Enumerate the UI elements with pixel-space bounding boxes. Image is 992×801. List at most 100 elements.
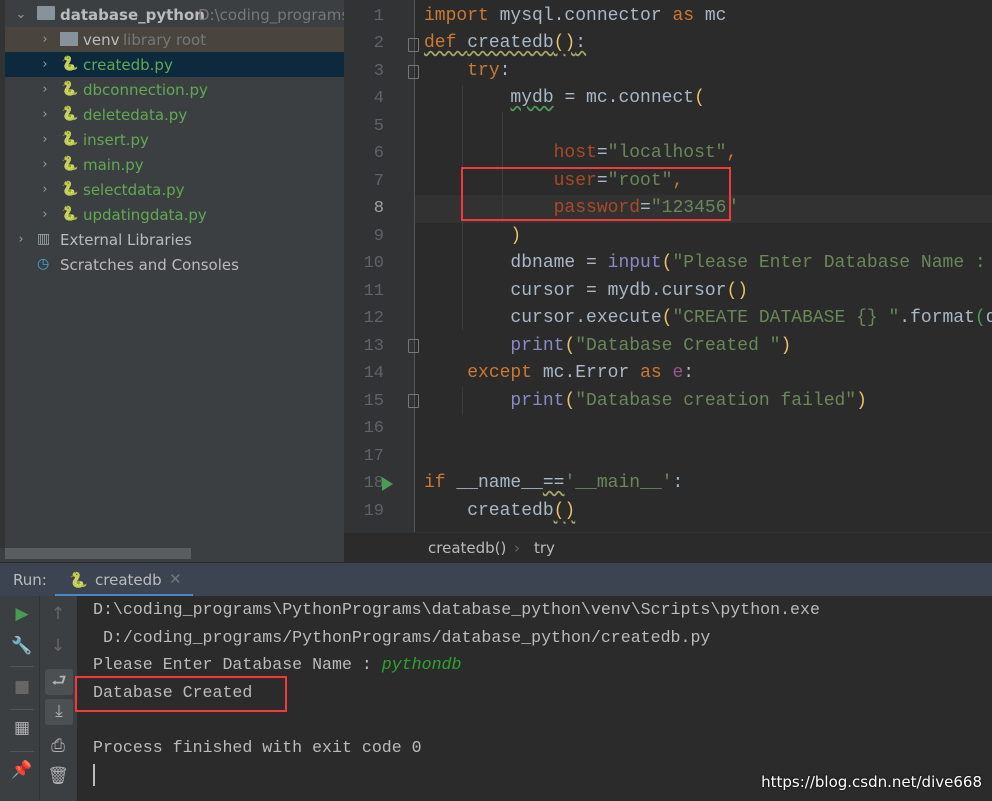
print-icon[interactable]: ⎙ bbox=[46, 734, 70, 758]
fold-icon[interactable] bbox=[408, 339, 419, 353]
chevron-right-icon[interactable]: › bbox=[13, 232, 29, 247]
code-token: ) bbox=[510, 225, 522, 246]
code-line[interactable]: dbname = input("Please Enter Database Na… bbox=[424, 250, 992, 278]
watermark: https://blog.csdn.net/dive668 bbox=[761, 773, 982, 791]
code-token: input bbox=[607, 253, 662, 273]
project-tree: ⌄ database_python D:\coding_programs › v… bbox=[0, 0, 344, 548]
tree-item-file[interactable]: › 🐍 insert.py bbox=[5, 127, 344, 152]
highlight-box-credentials bbox=[461, 167, 731, 221]
chevron-right-icon[interactable]: › bbox=[37, 157, 53, 172]
scratches-icon: ◷ bbox=[37, 256, 50, 272]
code-line[interactable]: mydb = mc.connect( bbox=[424, 85, 704, 113]
arrow-up-icon[interactable]: ↑ bbox=[46, 602, 70, 626]
arrow-down-icon[interactable]: ↓ bbox=[46, 634, 70, 658]
line-number: 15 bbox=[363, 391, 384, 411]
line-number: 9 bbox=[373, 226, 384, 246]
tree-item-scratches[interactable]: ◷ Scratches and Consoles bbox=[5, 252, 344, 277]
line-number: 13 bbox=[363, 336, 384, 356]
line-number: 2 bbox=[373, 34, 384, 53]
horizontal-scrollbar[interactable] bbox=[5, 548, 191, 559]
code-token: : bbox=[672, 473, 684, 493]
chevron-right-icon[interactable]: › bbox=[37, 82, 53, 97]
scratches-label: Scratches and Consoles bbox=[60, 255, 239, 274]
chevron-right-icon[interactable]: › bbox=[37, 32, 53, 47]
highlight-box-output bbox=[75, 676, 287, 712]
tree-item-external-libraries[interactable]: › ▥ External Libraries bbox=[5, 227, 344, 252]
code-token: ( bbox=[661, 253, 673, 273]
code-line[interactable]: createdb() bbox=[424, 498, 575, 526]
stop-icon[interactable]: ■ bbox=[10, 675, 34, 699]
chevron-right-icon[interactable]: › bbox=[37, 132, 53, 147]
code-token: __name__ bbox=[456, 473, 543, 493]
layout-icon[interactable]: ▦ bbox=[10, 716, 34, 740]
breadcrumb-item[interactable]: createdb() bbox=[428, 539, 506, 557]
divider bbox=[10, 751, 34, 752]
tree-item-file[interactable]: › 🐍 main.py bbox=[5, 152, 344, 177]
file-name: selectdata.py bbox=[83, 180, 185, 199]
fold-icon[interactable] bbox=[408, 38, 419, 52]
code-line[interactable]: print("Database creation failed") bbox=[424, 388, 867, 416]
venv-note: library root bbox=[123, 30, 207, 49]
chevron-down-icon[interactable]: ⌄ bbox=[13, 7, 29, 22]
code-line[interactable]: ) bbox=[424, 223, 521, 251]
python-file-icon: 🐍 bbox=[61, 56, 79, 72]
tree-item-file[interactable]: › 🐍 selectdata.py bbox=[5, 177, 344, 202]
external-libraries-label: External Libraries bbox=[60, 230, 192, 249]
code-token: mydb bbox=[510, 88, 554, 108]
line-number: 6 bbox=[373, 144, 384, 163]
code-line[interactable]: def createdb(): bbox=[424, 30, 586, 58]
soft-wrap-icon[interactable]: ⮐ bbox=[45, 669, 73, 695]
tree-item-file[interactable]: › 🐍 createdb.py bbox=[5, 52, 344, 77]
trash-icon[interactable]: 🗑 bbox=[46, 764, 70, 788]
code-line[interactable]: import mysql.connector as mc bbox=[424, 3, 726, 31]
chevron-right-icon[interactable]: › bbox=[37, 182, 53, 197]
code-line[interactable]: except mc.Error as e: bbox=[424, 360, 694, 388]
scroll-to-end-icon[interactable]: ⤓ bbox=[45, 699, 73, 725]
tree-item-file[interactable]: › 🐍 deletedata.py bbox=[5, 102, 344, 127]
code-token: cursor = mydb.cursor bbox=[424, 280, 727, 301]
tree-item-file[interactable]: › 🐍 dbconnection.py bbox=[5, 77, 344, 102]
python-file-icon: 🐍 bbox=[61, 206, 79, 222]
line-number: 19 bbox=[363, 501, 384, 521]
tree-item-file[interactable]: › 🐍 updatingdata.py bbox=[5, 202, 344, 227]
code-editor[interactable]: 1 2 3 4 5 6 7 8 9 10 11 12 13 14 15 16 17 18 19 import mys… bbox=[344, 0, 992, 532]
close-icon[interactable]: ✕ bbox=[169, 570, 182, 588]
code-token: print bbox=[510, 335, 565, 356]
chevron-right-icon[interactable]: › bbox=[37, 207, 53, 222]
chevron-right-icon[interactable]: › bbox=[37, 57, 53, 72]
code-line[interactable]: print("Database Created ") bbox=[424, 333, 791, 361]
root-name: database_python bbox=[60, 5, 205, 24]
console-output[interactable]: D:\coding_programs\PythonPrograms\databa… bbox=[75, 596, 992, 801]
code-token: as bbox=[640, 363, 673, 383]
breadcrumb-separator-icon: › bbox=[514, 539, 520, 557]
code-token: .format bbox=[899, 308, 975, 328]
pin-icon[interactable]: 📌 bbox=[10, 758, 34, 782]
code-line[interactable]: host="localhost", bbox=[424, 140, 738, 168]
tree-item-venv[interactable]: › venv library root bbox=[5, 27, 344, 52]
run-tab-createdb[interactable]: 🐍 createdb ✕ bbox=[55, 563, 193, 597]
code-token: except bbox=[467, 363, 543, 383]
code-line[interactable]: try: bbox=[424, 58, 510, 86]
code-line[interactable]: if __name__=='__main__': bbox=[424, 470, 683, 498]
folder-icon bbox=[60, 32, 78, 46]
code-line[interactable]: cursor.execute("CREATE DATABASE {} ".for… bbox=[424, 305, 992, 333]
fold-icon[interactable] bbox=[408, 394, 419, 408]
line-number: 11 bbox=[363, 281, 384, 301]
line-number: 10 bbox=[363, 254, 384, 273]
chevron-right-icon[interactable]: › bbox=[37, 107, 53, 122]
code-token: () bbox=[553, 33, 576, 53]
rerun-icon[interactable]: ▶ bbox=[10, 602, 34, 626]
line-number: 14 bbox=[363, 364, 384, 383]
breadcrumb-item[interactable]: try bbox=[534, 539, 555, 557]
run-gutter-icon[interactable] bbox=[382, 477, 393, 491]
code-token: '__main__' bbox=[564, 473, 673, 493]
tree-item-root[interactable]: ⌄ database_python D:\coding_programs bbox=[5, 2, 344, 27]
fold-icon[interactable] bbox=[408, 65, 419, 79]
wrench-icon[interactable]: 🔧 bbox=[10, 634, 34, 658]
venv-name: venv bbox=[83, 30, 120, 49]
python-file-icon: 🐍 bbox=[61, 181, 79, 197]
code-line[interactable]: cursor = mydb.cursor() bbox=[424, 278, 748, 306]
console-line: Process finished with exit code 0 bbox=[93, 738, 422, 757]
line-number: 1 bbox=[373, 6, 384, 26]
